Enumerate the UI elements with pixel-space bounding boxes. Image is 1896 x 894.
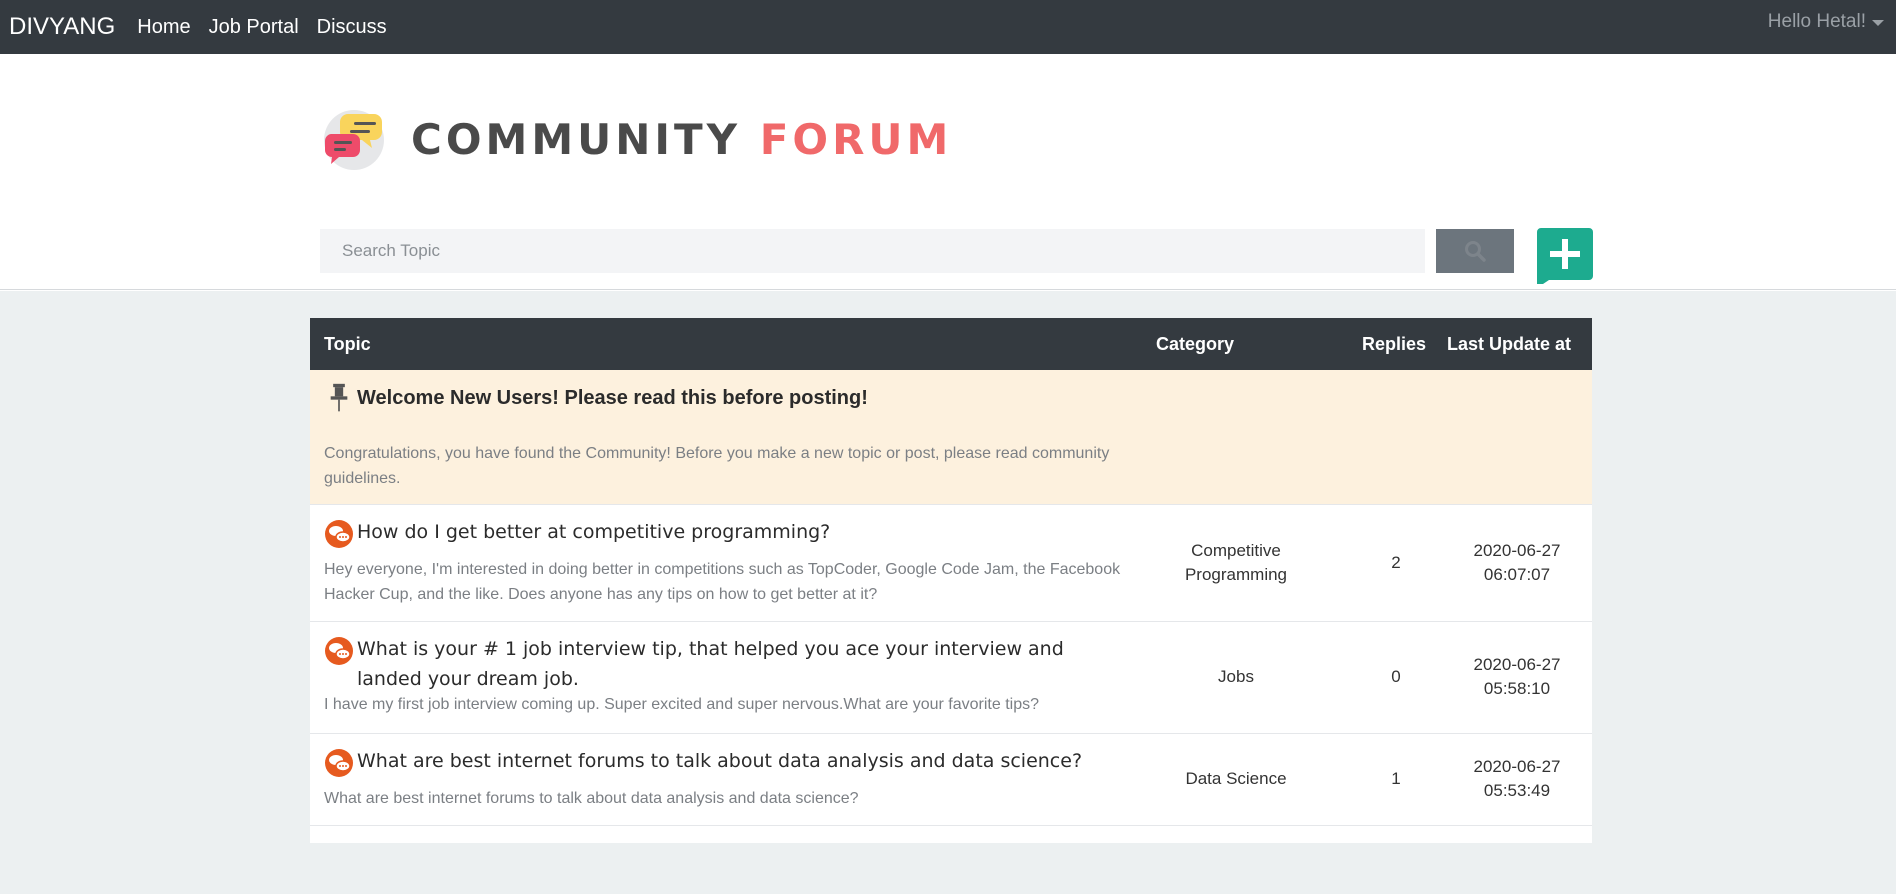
add-topic-button[interactable] xyxy=(1537,228,1593,284)
table-row[interactable]: How do I get better at competitive progr… xyxy=(310,505,1592,622)
column-header-replies: Replies xyxy=(1362,334,1427,354)
topic-category-line2: Programming xyxy=(1184,565,1288,584)
page-title: COMMUNITY FORUM xyxy=(411,110,952,170)
pushpin-icon xyxy=(330,383,348,412)
column-header-last-update: Last Update at xyxy=(1447,334,1572,354)
topic-category: Jobs xyxy=(1218,667,1254,686)
forum-header: COMMUNITY FORUM xyxy=(0,54,1896,290)
topic-last-update-date: 2020-06-27 xyxy=(1473,541,1561,560)
search-icon xyxy=(1465,241,1486,262)
topic-table: Topic Category Replies Last Update at We… xyxy=(310,318,1592,843)
top-navbar: DIVYANG Home Job Portal Discuss Hello He… xyxy=(0,0,1896,54)
table-row[interactable]: What is your # 1 job interview tip, that… xyxy=(310,622,1592,734)
page-title-part1: COMMUNITY xyxy=(411,115,742,164)
nav-link-discuss[interactable]: Discuss xyxy=(317,16,387,39)
table-header: Topic Category Replies Last Update at xyxy=(310,318,1592,370)
nav-link-job-portal[interactable]: Job Portal xyxy=(209,16,299,39)
topic-description-line1: Hey everyone, I'm interested in doing be… xyxy=(324,561,1121,578)
topic-title[interactable]: What are best internet forums to talk ab… xyxy=(357,746,1082,776)
topic-title[interactable]: How do I get better at competitive progr… xyxy=(357,517,830,547)
topic-replies-count: 0 xyxy=(1391,667,1401,686)
pinned-topic-row[interactable]: Welcome New Users! Please read this befo… xyxy=(310,370,1592,505)
nav-links: Home Job Portal Discuss xyxy=(137,16,404,39)
nav-link-home[interactable]: Home xyxy=(137,16,190,39)
topic-category: Data Science xyxy=(1185,769,1287,788)
chevron-down-icon xyxy=(1872,20,1884,26)
topic-last-update-time: 05:53:49 xyxy=(1483,781,1551,800)
page-title-part2: FORUM xyxy=(759,115,953,164)
chat-icon xyxy=(325,520,353,548)
topic-last-update-time: 06:07:07 xyxy=(1483,565,1551,584)
topic-last-update-date: 2020-06-27 xyxy=(1473,757,1561,776)
table-footer-spacer xyxy=(310,826,1592,843)
topic-title-line2[interactable]: landed your dream job. xyxy=(357,664,579,694)
topic-category-line1: Competitive xyxy=(1191,541,1281,560)
topic-description-line1: I have my first job interview coming up.… xyxy=(324,696,1040,713)
topic-description-line1: What are best internet forums to talk ab… xyxy=(324,790,859,807)
table-row[interactable]: What are best internet forums to talk ab… xyxy=(310,734,1592,826)
topic-description-line2: Hacker Cup, and the like. Does anyone ha… xyxy=(324,586,878,603)
topic-last-update-date: 2020-06-27 xyxy=(1473,655,1561,674)
brand-logo-text[interactable]: DIVYANG xyxy=(9,13,115,41)
column-header-category: Category xyxy=(1156,334,1235,354)
pinned-topic-description-line2: guidelines. xyxy=(324,470,401,487)
chat-icon xyxy=(325,749,353,777)
chat-icon xyxy=(325,637,353,665)
pinned-topic-description-line1: Congratulations, you have found the Comm… xyxy=(324,445,1110,462)
pinned-topic-title[interactable]: Welcome New Users! Please read this befo… xyxy=(357,383,868,413)
topic-title-line1[interactable]: What is your # 1 job interview tip, that… xyxy=(357,634,1064,664)
topic-last-update-time: 05:58:10 xyxy=(1483,679,1551,698)
user-menu-dropdown[interactable]: Hello Hetal! xyxy=(1768,0,1884,44)
search-input[interactable] xyxy=(320,229,1425,273)
user-greeting: Hello Hetal! xyxy=(1767,11,1866,32)
column-header-topic: Topic xyxy=(324,334,371,354)
chat-bubbles-icon xyxy=(324,110,384,170)
search-button[interactable] xyxy=(1436,229,1514,273)
topic-replies-count: 1 xyxy=(1391,769,1401,788)
topic-replies-count: 2 xyxy=(1391,553,1401,572)
